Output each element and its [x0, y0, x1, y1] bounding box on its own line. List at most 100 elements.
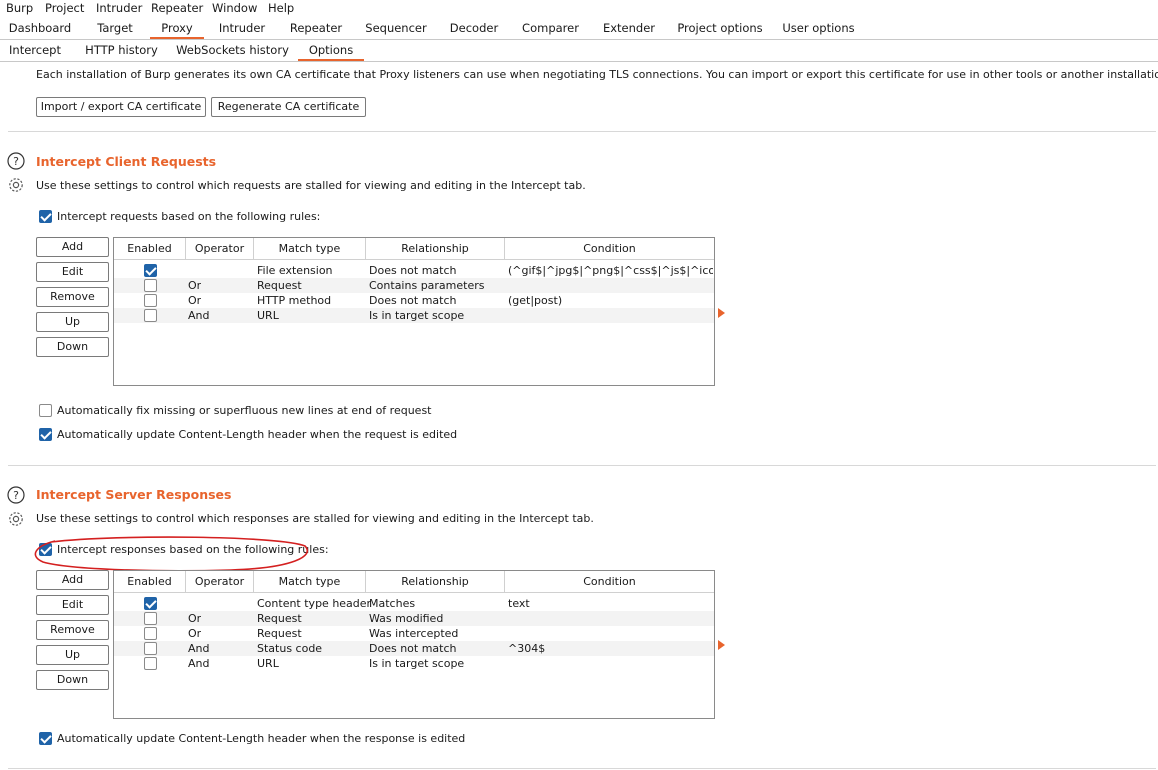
intercept-responses-checkbox[interactable]	[39, 543, 52, 556]
add-button[interactable]: Add	[36, 570, 109, 590]
tab-sequencer[interactable]: Sequencer	[352, 18, 440, 39]
update-response-length-checkbox[interactable]	[39, 732, 52, 745]
column-header-relationship[interactable]: Relationship	[366, 238, 505, 260]
table-row[interactable]: File extension Does not match (^gif$|^jp…	[114, 263, 714, 278]
tab-proxy[interactable]: Proxy	[150, 18, 204, 39]
intercept-responses-label: Intercept responses based on the followi…	[57, 543, 329, 556]
import-export-ca-button[interactable]: Import / export CA certificate	[36, 97, 206, 117]
menu-burp[interactable]: Burp	[6, 1, 33, 15]
menu-bar: Burp Project Intruder Repeater Window He…	[0, 0, 1158, 17]
tab-intruder[interactable]: Intruder	[204, 18, 280, 39]
table-row[interactable]: And URL Is in target scope	[114, 656, 714, 671]
relationship-cell: Matches	[369, 597, 416, 610]
remove-button[interactable]: Remove	[36, 620, 109, 640]
match-type-cell: Status code	[257, 642, 323, 655]
column-header-operator[interactable]: Operator	[186, 238, 254, 260]
orange-arrow-icon[interactable]	[718, 640, 725, 650]
enabled-checkbox[interactable]	[144, 627, 157, 640]
operator-cell: Or	[188, 294, 202, 307]
column-header-condition[interactable]: Condition	[505, 238, 714, 260]
orange-arrow-icon[interactable]	[718, 308, 725, 318]
menu-project[interactable]: Project	[45, 1, 84, 15]
table-row[interactable]: Or Request Contains parameters	[114, 278, 714, 293]
operator-cell: Or	[188, 279, 202, 292]
edit-button[interactable]: Edit	[36, 595, 109, 615]
menu-intruder[interactable]: Intruder	[96, 1, 142, 15]
enabled-checkbox[interactable]	[144, 264, 157, 277]
add-button[interactable]: Add	[36, 237, 109, 257]
menu-repeater[interactable]: Repeater	[151, 1, 203, 15]
enabled-checkbox[interactable]	[144, 612, 157, 625]
menu-window[interactable]: Window	[212, 1, 257, 15]
column-header-enabled[interactable]: Enabled	[114, 571, 186, 593]
client-requests-title: Intercept Client Requests	[36, 154, 217, 169]
tab-dashboard[interactable]: Dashboard	[0, 18, 80, 39]
column-header-match-type[interactable]: Match type	[254, 238, 366, 260]
enabled-checkbox[interactable]	[144, 309, 157, 322]
update-request-length-checkbox[interactable]	[39, 428, 52, 441]
tab-extender[interactable]: Extender	[593, 18, 665, 39]
operator-cell: And	[188, 657, 210, 670]
tab-websockets-history[interactable]: WebSockets history	[175, 40, 290, 61]
tab-repeater[interactable]: Repeater	[280, 18, 352, 39]
enabled-checkbox[interactable]	[144, 279, 157, 292]
relationship-cell: Is in target scope	[369, 657, 465, 670]
match-type-cell: Content type header	[257, 597, 372, 610]
column-header-match-type[interactable]: Match type	[254, 571, 366, 593]
fix-newlines-checkbox[interactable]	[39, 404, 52, 417]
table-row[interactable]: Or HTTP method Does not match (get|post)	[114, 293, 714, 308]
tab-options[interactable]: Options	[298, 40, 364, 61]
condition-cell: (^gif$|^jpg$|^png$|^css$|^js$|^ico$|...	[508, 264, 713, 277]
divider	[8, 465, 1156, 466]
condition-cell: ^304$	[508, 642, 546, 655]
tab-intercept[interactable]: Intercept	[0, 40, 70, 61]
server-responses-description: Use these settings to control which resp…	[36, 512, 594, 525]
enabled-checkbox[interactable]	[144, 657, 157, 670]
table-row[interactable]: Or Request Was intercepted	[114, 626, 714, 641]
table-row[interactable]: Or Request Was modified	[114, 611, 714, 626]
tab-target[interactable]: Target	[80, 18, 150, 39]
enabled-checkbox[interactable]	[144, 642, 157, 655]
up-button[interactable]: Up	[36, 645, 109, 665]
relationship-cell: Was modified	[369, 612, 444, 625]
regenerate-ca-button[interactable]: Regenerate CA certificate	[211, 97, 366, 117]
response-rules-table[interactable]: Enabled Operator Match type Relationship…	[113, 570, 715, 719]
table-row[interactable]: And Status code Does not match ^304$	[114, 641, 714, 656]
tab-http-history[interactable]: HTTP history	[78, 40, 165, 61]
edit-button[interactable]: Edit	[36, 262, 109, 282]
tab-decoder[interactable]: Decoder	[440, 18, 508, 39]
help-icon[interactable]: ?	[7, 152, 25, 170]
intercept-requests-checkbox[interactable]	[39, 210, 52, 223]
remove-button[interactable]: Remove	[36, 287, 109, 307]
help-icon[interactable]: ?	[7, 486, 25, 504]
tab-project-options[interactable]: Project options	[665, 18, 775, 39]
match-type-cell: URL	[257, 657, 279, 670]
gear-icon[interactable]	[7, 176, 25, 194]
menu-help[interactable]: Help	[268, 1, 294, 15]
enabled-checkbox[interactable]	[144, 294, 157, 307]
match-type-cell: Request	[257, 612, 302, 625]
match-type-cell: HTTP method	[257, 294, 332, 307]
down-button[interactable]: Down	[36, 337, 109, 357]
match-type-cell: Request	[257, 279, 302, 292]
down-button[interactable]: Down	[36, 670, 109, 690]
divider	[8, 131, 1156, 132]
fix-newlines-label: Automatically fix missing or superfluous…	[57, 404, 432, 417]
table-row[interactable]: And URL Is in target scope	[114, 308, 714, 323]
table-row[interactable]: Content type header Matches text	[114, 596, 714, 611]
relationship-cell: Does not match	[369, 264, 457, 277]
column-header-enabled[interactable]: Enabled	[114, 238, 186, 260]
ca-description: Each installation of Burp generates its …	[36, 68, 1158, 81]
relationship-cell: Does not match	[369, 294, 457, 307]
gear-icon[interactable]	[7, 510, 25, 528]
request-rules-table[interactable]: Enabled Operator Match type Relationship…	[113, 237, 715, 386]
sub-tab-bar: Intercept HTTP history WebSockets histor…	[0, 40, 1158, 62]
column-header-condition[interactable]: Condition	[505, 571, 714, 593]
condition-cell: (get|post)	[508, 294, 563, 307]
up-button[interactable]: Up	[36, 312, 109, 332]
tab-user-options[interactable]: User options	[775, 18, 862, 39]
enabled-checkbox[interactable]	[144, 597, 157, 610]
column-header-relationship[interactable]: Relationship	[366, 571, 505, 593]
column-header-operator[interactable]: Operator	[186, 571, 254, 593]
tab-comparer[interactable]: Comparer	[508, 18, 593, 39]
